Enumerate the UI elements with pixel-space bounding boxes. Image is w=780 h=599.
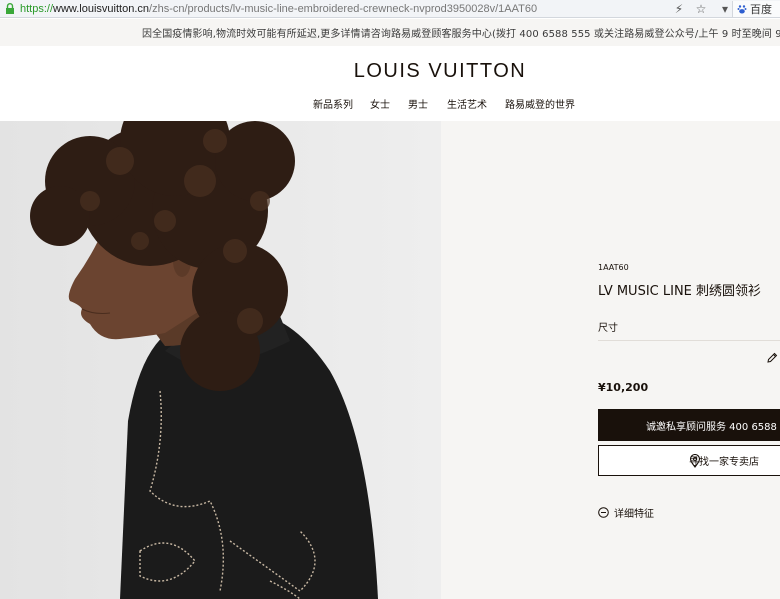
search-engine-label: 百度: [750, 3, 772, 16]
model-photo: [0, 121, 441, 599]
notice-text: 因全国疫情影响,物流时效可能有所延迟,更多详情请咨询路易威登顾客服务中心(拨打 …: [142, 29, 780, 40]
brand-logo[interactable]: LOUIS VUITTON: [0, 60, 780, 83]
details-toggle[interactable]: 详细特征: [598, 505, 654, 520]
star-icon[interactable]: ☆: [692, 0, 710, 18]
nav-item-world[interactable]: 路易威登的世界: [505, 96, 575, 111]
minus-circle-icon: [598, 507, 609, 518]
browser-address-bar[interactable]: https://www.louisvuitton.cn/zhs-cn/produ…: [0, 0, 780, 18]
pencil-icon[interactable]: [765, 350, 779, 364]
lock-icon: [2, 1, 18, 17]
find-store-button[interactable]: 寻找一家专卖店: [598, 445, 780, 476]
notice-banner: 因全国疫情影响,物流时效可能有所延迟,更多详情请咨询路易威登顾客服务中心(拨打 …: [0, 19, 780, 46]
baidu-icon: [737, 4, 747, 14]
product-panel: 1AAT60 LV MUSIC LINE 刺绣圆领衫 尺寸 ¥10,200 诚邀…: [441, 121, 780, 599]
size-divider: [598, 340, 780, 341]
size-label[interactable]: 尺寸: [598, 319, 618, 334]
nav-item-living[interactable]: 生活艺术: [447, 96, 487, 111]
details-label: 详细特征: [614, 509, 654, 520]
main-nav: 新品系列 女士 男士 生活艺术 路易威登的世界: [0, 96, 780, 111]
product-name: LV MUSIC LINE 刺绣圆领衫: [598, 284, 762, 299]
advisor-service-button[interactable]: 诚邀私享顾问服务 400 6588 555: [598, 409, 780, 441]
nav-item-men[interactable]: 男士: [408, 96, 428, 111]
product-price: ¥10,200: [598, 381, 649, 394]
location-pin-icon: [689, 453, 701, 468]
nav-item-women[interactable]: 女士: [370, 96, 390, 111]
url-text[interactable]: https://www.louisvuitton.cn/zhs-cn/produ…: [20, 3, 537, 15]
search-engine-selector[interactable]: 百度: [732, 1, 780, 17]
product-sku: 1AAT60: [598, 263, 629, 272]
nav-item-new[interactable]: 新品系列: [313, 96, 353, 111]
bolt-icon[interactable]: ⚡: [670, 0, 688, 18]
product-image[interactable]: [0, 121, 441, 599]
advisor-service-label: 诚邀私享顾问服务 400 6588 555: [646, 421, 780, 433]
